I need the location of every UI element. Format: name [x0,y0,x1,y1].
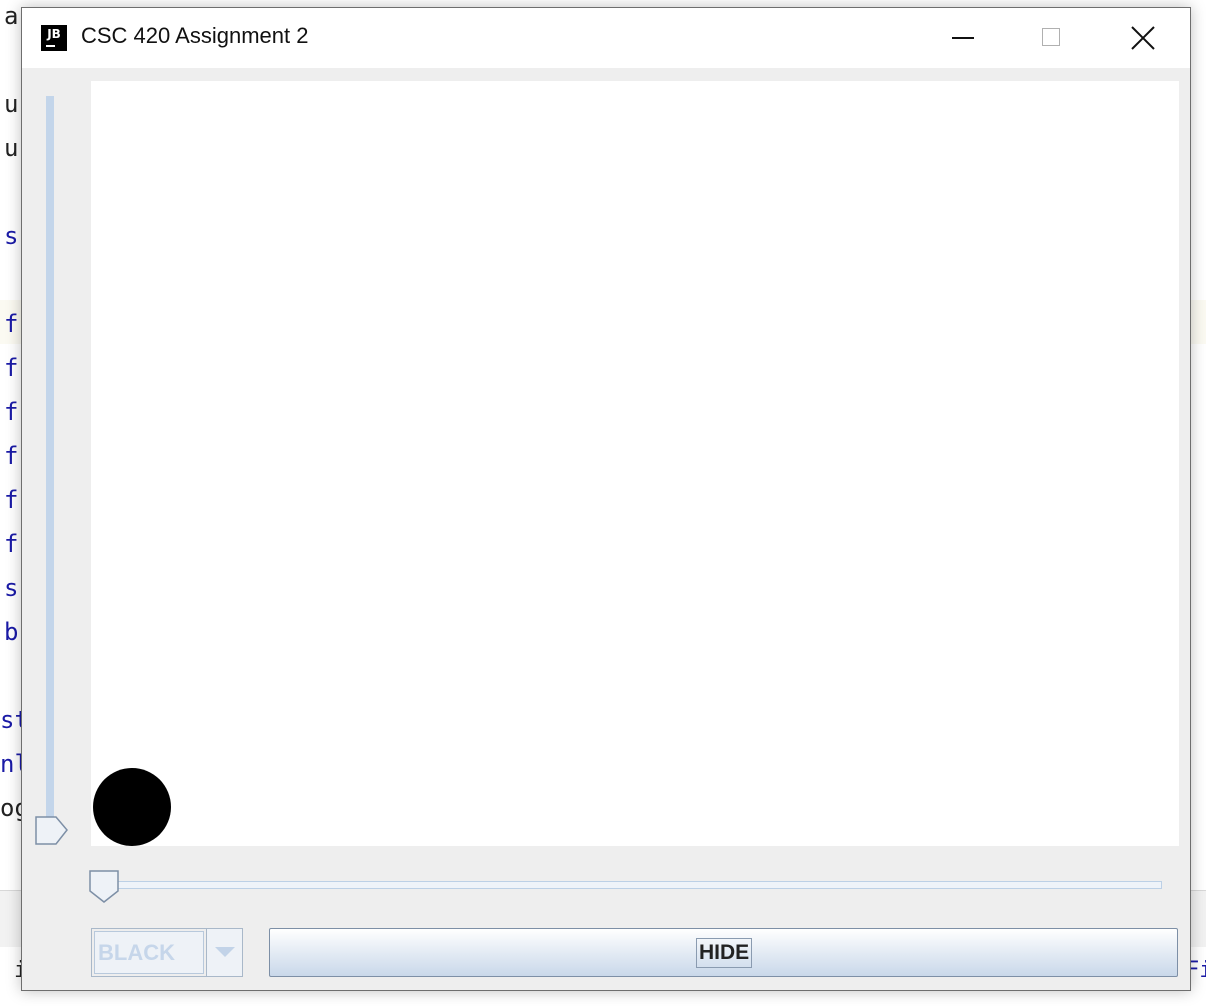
ide-code-fragment: f [4,398,19,426]
chevron-down-icon [215,947,235,957]
horizontal-slider-thumb[interactable] [89,870,121,904]
ide-code-fragment: u [4,90,19,118]
minimize-button[interactable] [920,8,1008,68]
ide-code-fragment: f [4,530,19,558]
maximize-icon [1042,28,1060,46]
app-window: JB CSC 420 Assignment 2 BLACK HIDE [21,7,1191,991]
minimize-icon [952,37,974,39]
drawing-canvas[interactable] [91,81,1179,846]
horizontal-slider-track[interactable] [109,881,1162,889]
ide-code-fragment: s [4,574,19,602]
app-icon-bar [46,45,55,47]
window-title: CSC 420 Assignment 2 [81,23,309,48]
ide-code-fragment: f [4,442,19,470]
close-button[interactable] [1098,8,1186,68]
color-combo-value: BLACK [94,931,204,974]
vertical-slider-track[interactable] [46,96,54,834]
hide-button[interactable]: HIDE [269,928,1178,977]
java-app-icon: JB [41,25,67,51]
close-icon [1131,26,1155,50]
ide-code-fragment: u [4,134,19,162]
title-bar[interactable]: JB CSC 420 Assignment 2 [22,8,1190,68]
app-icon-label: JB [47,27,61,41]
color-combo-box[interactable]: BLACK [91,928,243,977]
vertical-slider-thumb[interactable] [35,816,69,848]
ide-code-fragment: f [4,310,19,338]
ide-code-fragment: b [4,618,19,646]
maximize-button [1008,8,1096,68]
ide-code-fragment: f [4,486,19,514]
ide-code-fragment: f [4,354,19,382]
hide-button-label: HIDE [696,938,753,968]
ball-circle [93,768,171,846]
combo-dropdown-button[interactable] [206,929,242,976]
ide-code-fragment: s [4,222,19,250]
ide-code-fragment: a [4,2,19,30]
